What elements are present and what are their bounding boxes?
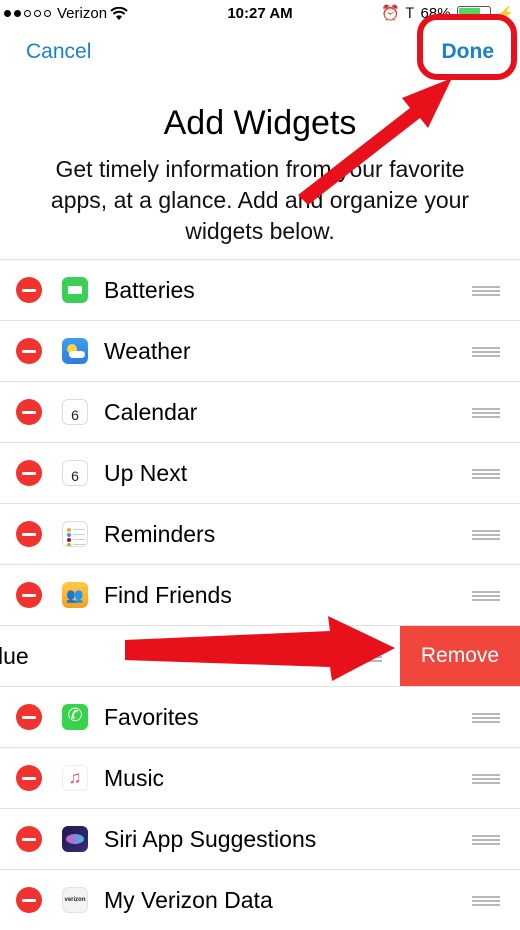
done-highlight-annotation <box>417 14 517 80</box>
widget-label: Weather <box>104 338 191 364</box>
widget-row-my-verizon-data: verizon My Verizon Data <box>0 869 520 930</box>
widget-row-calendar: 6 Calendar <box>0 381 520 442</box>
page-subtitle: Get timely information from your favorit… <box>50 156 470 244</box>
remove-circle-icon[interactable] <box>16 277 42 303</box>
reorder-handle-icon[interactable] <box>354 652 382 662</box>
widget-label: Up Next <box>104 460 188 486</box>
widget-row-swiped: lue Remove <box>0 625 520 686</box>
batteries-icon <box>62 277 88 303</box>
widget-label: Siri App Suggestions <box>104 826 317 852</box>
weather-icon <box>62 338 88 364</box>
widget-row-find-friends: 👥 Find Friends <box>0 564 520 625</box>
reorder-handle-icon[interactable] <box>472 591 500 601</box>
reorder-handle-icon[interactable] <box>472 713 500 723</box>
alarm-icon: ⏰ <box>381 5 401 22</box>
widget-label: lue <box>0 643 29 669</box>
music-icon: ♫ <box>62 765 88 791</box>
widget-row-reminders: Reminders <box>0 503 520 564</box>
widget-row-batteries: Batteries <box>0 259 520 320</box>
siri-icon <box>62 826 88 852</box>
calendar-icon: 6 <box>62 460 88 486</box>
reorder-handle-icon[interactable] <box>472 469 500 479</box>
verizon-icon: verizon <box>62 887 88 913</box>
calendar-icon: 6 <box>62 399 88 425</box>
find-friends-icon: 👥 <box>62 582 88 608</box>
widget-label: My Verizon Data <box>104 887 273 913</box>
reorder-handle-icon[interactable] <box>472 408 500 418</box>
reorder-handle-icon[interactable] <box>472 347 500 357</box>
widget-label: Calendar <box>104 399 198 425</box>
widget-row-music: ♫ Music <box>0 747 520 808</box>
phone-icon <box>62 704 88 730</box>
reminders-icon <box>62 521 88 547</box>
reorder-handle-icon[interactable] <box>472 530 500 540</box>
widget-label: Music <box>104 765 165 791</box>
widget-row-up-next: 6 Up Next <box>0 442 520 503</box>
widget-row-weather: Weather <box>0 320 520 381</box>
reorder-handle-icon[interactable] <box>472 896 500 906</box>
cancel-button[interactable]: Cancel <box>26 40 91 64</box>
remove-circle-icon[interactable] <box>16 765 42 791</box>
remove-circle-icon[interactable] <box>16 399 42 425</box>
page-title: Add Widgets <box>163 104 357 142</box>
remove-button[interactable]: Remove <box>400 626 520 686</box>
widget-label: Reminders <box>104 521 216 547</box>
widget-row-favorites: Favorites <box>0 686 520 747</box>
reorder-handle-icon[interactable] <box>472 774 500 784</box>
widget-label: Find Friends <box>104 582 232 608</box>
widget-list: Batteries Weather 6 Calendar 6 Up Next R… <box>0 259 520 930</box>
reorder-handle-icon[interactable] <box>472 835 500 845</box>
remove-circle-icon[interactable] <box>16 521 42 547</box>
remove-circle-icon[interactable] <box>16 887 42 913</box>
remove-circle-icon[interactable] <box>16 826 42 852</box>
remove-circle-icon[interactable] <box>16 582 42 608</box>
bluetooth-icon: Ꭲ <box>406 4 415 21</box>
reorder-handle-icon[interactable] <box>472 286 500 296</box>
widget-label: Favorites <box>104 704 199 730</box>
remove-circle-icon[interactable] <box>16 704 42 730</box>
widget-label: Batteries <box>104 277 195 303</box>
widget-row-siri-app-suggestions: Siri App Suggestions <box>0 808 520 869</box>
remove-circle-icon[interactable] <box>16 460 42 486</box>
remove-circle-icon[interactable] <box>16 338 42 364</box>
